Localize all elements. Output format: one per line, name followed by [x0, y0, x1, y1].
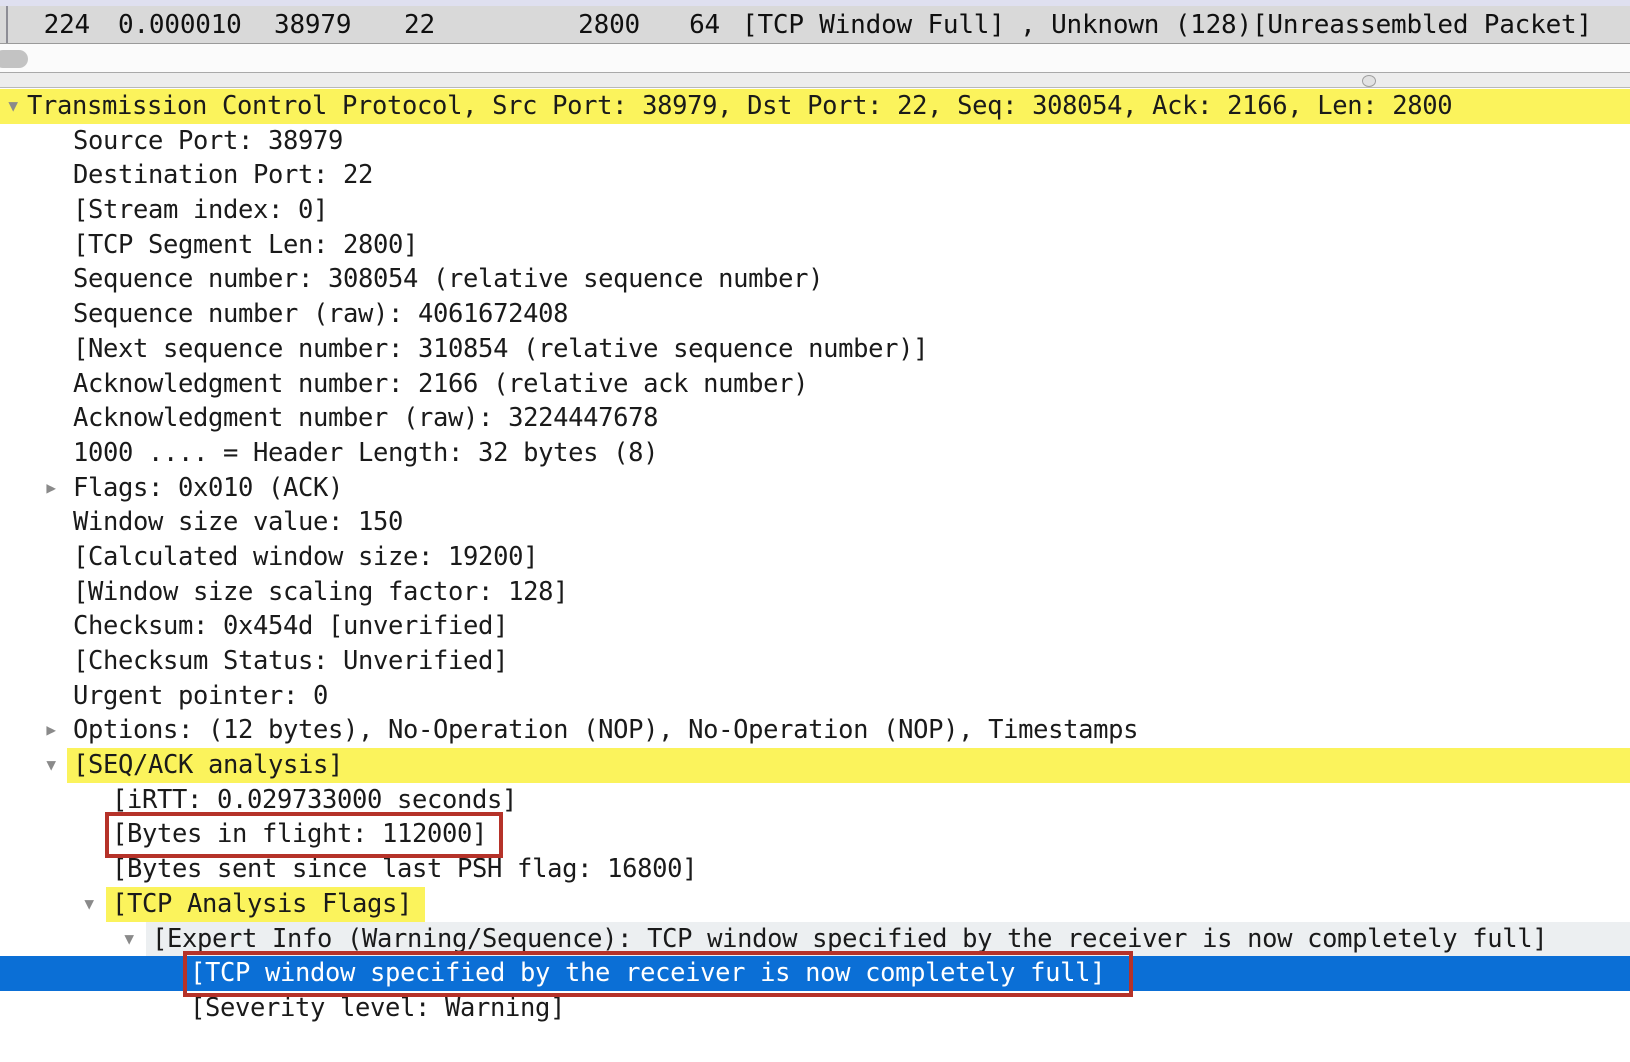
detail-row-label: [Expert Info (Warning/Sequence): TCP win… [152, 923, 1548, 954]
detail-row-label: [SEQ/ACK analysis] [73, 750, 344, 781]
detail-row-checksum-status[interactable]: [Checksum Status: Unverified] [0, 644, 1630, 679]
packet-details-pane[interactable]: ▼ Transmission Control Protocol, Src Port… [0, 89, 1630, 1062]
detail-row-label: [Bytes in flight: 112000] [112, 819, 488, 850]
detail-row-label: Source Port: 38979 [73, 125, 344, 156]
detail-row-label: [Severity level: Warning] [190, 992, 566, 1023]
pane-splitter[interactable] [0, 72, 1630, 88]
detail-row-checksum[interactable]: Checksum: 0x454d [unverified] [0, 609, 1630, 644]
twisty-expanded-icon[interactable]: ▼ [2, 89, 24, 124]
detail-row-label: Sequence number: 308054 (relative sequen… [73, 264, 824, 295]
detail-row-seq-ack-analysis[interactable]: ▼ [SEQ/ACK analysis] [0, 748, 1630, 783]
detail-row-window-scaling-factor[interactable]: [Window size scaling factor: 128] [0, 575, 1630, 610]
packet-protocol-cell: 64 [689, 10, 720, 40]
packet-list-horizontal-scrollbar[interactable] [0, 44, 1630, 72]
detail-row-label: Window size value: 150 [73, 507, 404, 538]
detail-row-label: [TCP Analysis Flags] [112, 888, 413, 919]
detail-row-header-length[interactable]: 1000 .... = Header Length: 32 bytes (8) [0, 436, 1630, 471]
detail-row-sequence-number-raw[interactable]: Sequence number (raw): 4061672408 [0, 297, 1630, 332]
detail-row-label: [Calculated window size: 19200] [73, 541, 539, 572]
packet-source-cell: 38979 [274, 10, 352, 40]
twisty-collapsed-icon[interactable]: ▶ [40, 471, 62, 506]
detail-row-label: Destination Port: 22 [73, 160, 374, 191]
detail-row-tcp-root[interactable]: ▼ Transmission Control Protocol, Src Port… [0, 89, 1630, 124]
detail-row-stream-index[interactable]: [Stream index: 0] [0, 193, 1630, 228]
packet-no-cell: 224 [43, 10, 90, 40]
detail-row-bytes-in-flight[interactable]: [Bytes in flight: 112000] [0, 817, 1630, 852]
detail-row-label: Transmission Control Protocol, Src Port:… [27, 91, 1453, 121]
detail-row-label: [Checksum Status: Unverified] [73, 646, 509, 676]
detail-row-label: [Next sequence number: 310854 (relative … [73, 333, 929, 364]
detail-row-window-size-value[interactable]: Window size value: 150 [0, 505, 1630, 540]
detail-row-destination-port[interactable]: Destination Port: 22 [0, 158, 1630, 193]
detail-row-label: Checksum: 0x454d [unverified] [73, 611, 509, 642]
detail-row-label: [Stream index: 0] [73, 195, 329, 226]
detail-row-tcp-analysis-flags[interactable]: ▼ [TCP Analysis Flags] [0, 886, 1630, 922]
detail-row-label: 1000 .... = Header Length: 32 bytes (8) [73, 437, 659, 468]
detail-row-label: [iRTT: 0.029733000 seconds] [112, 784, 518, 815]
detail-row-label: [Bytes sent since last PSH flag: 16800] [112, 854, 698, 885]
detail-row-ack-number[interactable]: Acknowledgment number: 2166 (relative ac… [0, 367, 1630, 402]
detail-row-next-sequence-number[interactable]: [Next sequence number: 310854 (relative … [0, 332, 1630, 367]
detail-row-label: [Window size scaling factor: 128] [73, 576, 569, 607]
packet-time-cell: 0.000010 [118, 10, 242, 40]
detail-row-label: Options: (12 bytes), No-Operation (NOP),… [73, 715, 1139, 746]
twisty-expanded-icon[interactable]: ▼ [78, 887, 100, 922]
detail-row-label: Flags: 0x010 (ACK) [73, 472, 344, 503]
detail-row-bytes-since-psh[interactable]: [Bytes sent since last PSH flag: 16800] [0, 852, 1630, 887]
packet-list-pane[interactable]: 224 0.000010 38979 22 2800 64 [TCP Windo… [0, 0, 1630, 44]
packet-length-cell: 2800 [578, 10, 640, 40]
detail-row-severity-level[interactable]: [Severity level: Warning] [0, 991, 1630, 1026]
detail-row-calculated-window-size[interactable]: [Calculated window size: 19200] [0, 540, 1630, 575]
splitter-grip-dot-icon[interactable] [1362, 75, 1376, 87]
detail-row-ack-number-raw[interactable]: Acknowledgment number (raw): 3224447678 [0, 401, 1630, 436]
detail-row-label: [TCP window specified by the receiver is… [190, 958, 1106, 989]
h-scroll-thumb[interactable] [0, 50, 28, 68]
detail-row-expert-message[interactable]: [TCP window specified by the receiver is… [0, 956, 1630, 991]
detail-row-label: Urgent pointer: 0 [73, 680, 329, 711]
detail-row-flags[interactable]: ▶ Flags: 0x010 (ACK) [0, 471, 1630, 506]
detail-row-expert-info[interactable]: ▼ [Expert Info (Warning/Sequence): TCP wi… [0, 921, 1630, 957]
detail-row-options[interactable]: ▶ Options: (12 bytes), No-Operation (NOP)… [0, 713, 1630, 748]
twisty-expanded-icon[interactable]: ▼ [40, 748, 62, 783]
detail-row-label: Acknowledgment number: 2166 (relative ac… [73, 368, 809, 399]
twisty-collapsed-icon[interactable]: ▶ [40, 713, 62, 748]
detail-row-irtt[interactable]: [iRTT: 0.029733000 seconds] [0, 783, 1630, 818]
detail-row-label: Acknowledgment number (raw): 3224447678 [73, 403, 659, 434]
detail-row-sequence-number[interactable]: Sequence number: 308054 (relative sequen… [0, 262, 1630, 297]
detail-row-label: Sequence number (raw): 4061672408 [73, 299, 569, 330]
twisty-expanded-icon[interactable]: ▼ [118, 922, 140, 957]
detail-row-label: [TCP Segment Len: 2800] [73, 229, 419, 260]
packet-list-selected-row[interactable]: 224 0.000010 38979 22 2800 64 [TCP Windo… [0, 6, 1630, 43]
detail-row-urgent-pointer[interactable]: Urgent pointer: 0 [0, 679, 1630, 714]
packet-info-cell: [TCP Window Full] , Unknown (128)[Unreas… [742, 10, 1592, 40]
detail-row-source-port[interactable]: Source Port: 38979 [0, 124, 1630, 159]
detail-row-tcp-segment-len[interactable]: [TCP Segment Len: 2800] [0, 228, 1630, 263]
packet-destination-cell: 22 [404, 10, 435, 40]
